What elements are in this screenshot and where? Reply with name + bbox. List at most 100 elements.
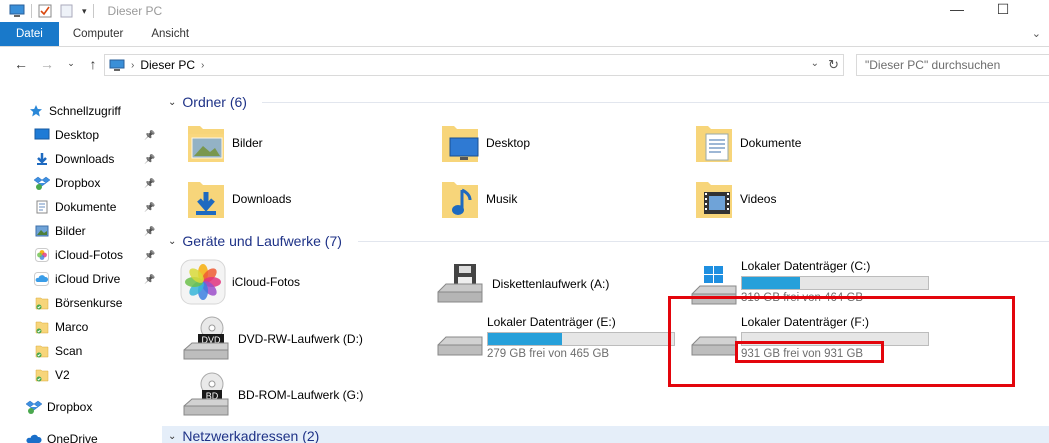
content-pane: ⌄ Ordner (6) Bilder Desktop Dokumente Do…: [162, 82, 1049, 443]
sidebar-item-scan[interactable]: Scan: [0, 340, 162, 362]
hard-drive-icon[interactable]: [434, 329, 486, 359]
sidebar-item-label: Dropbox: [55, 176, 101, 190]
recent-dropdown-icon[interactable]: ⌄: [62, 58, 80, 69]
drive-usage-bar: [741, 276, 929, 290]
pin-icon: 📌: [144, 153, 156, 164]
sidebar-item-icloud-fotos[interactable]: iCloud-Fotos 📌: [0, 244, 162, 266]
pin-icon: 📌: [144, 201, 156, 212]
sidebar-item-label: Börsenkurse: [55, 296, 123, 310]
folder-label: Musik: [486, 192, 518, 206]
forward-arrow-icon[interactable]: →: [38, 56, 56, 72]
ribbon-tabs: Datei Computer Ansicht ⌄: [0, 22, 1049, 47]
chevron-down-icon[interactable]: ⌄: [168, 236, 176, 247]
sidebar-item-icloud-drive[interactable]: iCloud Drive 📌: [0, 268, 162, 290]
folder-downloads[interactable]: Downloads: [186, 178, 291, 220]
folder-desktop[interactable]: Desktop: [440, 122, 530, 164]
window-title: Dieser PC: [107, 4, 163, 18]
document-icon: [34, 199, 50, 215]
documents-folder-icon: [696, 126, 732, 162]
floppy-drive-icon: [437, 264, 483, 303]
chevron-down-icon[interactable]: ⌄: [168, 431, 176, 442]
pin-icon: 📌: [144, 273, 156, 284]
sidebar-item-onedrive[interactable]: OneDrive: [0, 428, 162, 443]
chevron-down-icon[interactable]: ⌄: [168, 97, 176, 108]
sidebar-item-label: V2: [55, 368, 70, 382]
tab-computer[interactable]: Computer: [59, 22, 138, 46]
sidebar-item-desktop[interactable]: Desktop 📌: [0, 124, 162, 146]
folder-label: Dokumente: [740, 136, 802, 150]
chevron-right-icon[interactable]: ›: [131, 60, 134, 71]
folder-musik[interactable]: Musik: [440, 178, 517, 220]
videos-folder-icon: [696, 182, 732, 218]
group-divider: [358, 241, 1049, 242]
sidebar-item-label: Scan: [55, 344, 83, 358]
drive-usage-fill: [488, 333, 563, 345]
folder-icon: [34, 343, 50, 359]
star-icon: [28, 103, 44, 119]
quick-access-dropdown[interactable]: ▾: [82, 6, 87, 17]
group-header-devices[interactable]: ⌄ Geräte und Laufwerke (7): [168, 233, 342, 249]
device-label: iCloud-Fotos: [232, 275, 301, 289]
pin-icon: 📌: [144, 249, 156, 260]
sidebar-item-börsenkurse[interactable]: Börsenkurse: [0, 292, 162, 314]
folder-dokumente[interactable]: Dokumente: [694, 122, 801, 164]
back-arrow-icon[interactable]: ←: [12, 56, 30, 72]
folder-icon: [34, 295, 50, 311]
onedrive-icon: [26, 431, 42, 443]
music-folder-icon: [442, 182, 478, 218]
tab-datei[interactable]: Datei: [0, 22, 59, 46]
computer-icon[interactable]: [9, 4, 25, 18]
sidebar-item-dokumente[interactable]: Dokumente 📌: [0, 196, 162, 218]
folder-label: Videos: [740, 192, 777, 206]
sidebar-item-downloads[interactable]: Downloads 📌: [0, 148, 162, 170]
group-title: Ordner (6): [182, 94, 247, 110]
computer-icon: [109, 59, 125, 71]
folder-label: Desktop: [486, 136, 531, 150]
group-header-network[interactable]: ⌄ Netzwerkadressen (2): [168, 428, 319, 443]
refresh-icon[interactable]: ↻: [828, 57, 839, 73]
chevron-down-icon[interactable]: ⌄: [811, 58, 819, 69]
new-folder-icon[interactable]: [60, 4, 74, 18]
device-icloud-fotos[interactable]: iCloud-Fotos: [180, 259, 300, 305]
up-arrow-icon[interactable]: ↑: [84, 56, 102, 72]
desktop-icon: [34, 127, 50, 143]
maximize-button[interactable]: ☐: [980, 0, 1026, 18]
sidebar-item-bilder[interactable]: Bilder 📌: [0, 220, 162, 242]
address-path[interactable]: Dieser PC: [140, 58, 195, 72]
pictures-icon: [34, 223, 50, 239]
sidebar-item-dropbox[interactable]: Dropbox: [0, 396, 162, 418]
sidebar-item-schnellzugriff[interactable]: Schnellzugriff: [0, 100, 162, 122]
group-divider: [262, 102, 1049, 103]
device-floppy-a[interactable]: Diskettenlaufwerk (A:): [434, 262, 609, 306]
chevron-right-icon[interactable]: ›: [201, 60, 204, 71]
device-dvd-d[interactable]: DVD DVD-RW-Laufwerk (D:): [180, 316, 363, 362]
device-bd-g[interactable]: BD BD-ROM-Laufwerk (G:): [180, 372, 363, 418]
chevron-down-icon[interactable]: ⌄: [1032, 27, 1041, 40]
search-input[interactable]: "Dieser PC" durchsuchen: [856, 54, 1049, 76]
photos-icon: [34, 247, 50, 263]
drive-usage-fill: [742, 277, 800, 289]
device-label: BD-ROM-Laufwerk (G:): [238, 388, 364, 402]
pin-icon: 📌: [144, 225, 156, 236]
photos-app-icon: [180, 259, 226, 305]
group-header-folders[interactable]: ⌄ Ordner (6): [168, 94, 247, 110]
address-bar[interactable]: › Dieser PC › ⌄ ↻: [104, 54, 844, 76]
tab-ansicht[interactable]: Ansicht: [137, 22, 203, 46]
folder-icon: [34, 319, 50, 335]
dropbox-icon: [34, 175, 50, 191]
sidebar-item-v2[interactable]: V2: [0, 364, 162, 386]
folder-icon: [34, 367, 50, 383]
drive-label: Lokaler Datenträger (E:): [487, 315, 616, 329]
folder-videos[interactable]: Videos: [694, 178, 776, 220]
separator: [92, 4, 94, 18]
navigation-pane: Schnellzugriff Desktop 📌 Downloads 📌 Dropbox 📌…: [0, 82, 162, 443]
group-title: Geräte und Laufwerke (7): [182, 233, 342, 249]
drive-e[interactable]: Lokaler Datenträger (E:) 279 GB frei von…: [487, 315, 675, 360]
folder-bilder[interactable]: Bilder: [186, 122, 263, 164]
sidebar-item-dropbox[interactable]: Dropbox 📌: [0, 172, 162, 194]
minimize-button[interactable]: —: [934, 0, 980, 18]
separator: [31, 4, 32, 18]
sidebar-item-marco[interactable]: Marco: [0, 316, 162, 338]
properties-icon[interactable]: [38, 4, 52, 18]
sidebar-item-label: Schnellzugriff: [49, 104, 121, 118]
